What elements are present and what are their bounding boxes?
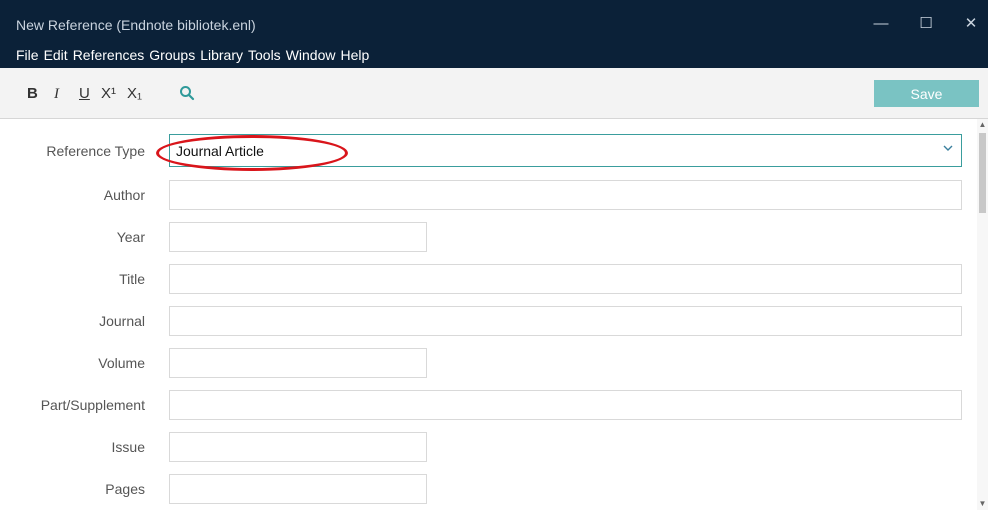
journal-field[interactable] — [169, 306, 962, 336]
author-field[interactable] — [169, 180, 962, 210]
pages-field[interactable] — [169, 474, 427, 504]
search-icon[interactable] — [179, 85, 195, 105]
reference-type-value: Journal Article — [176, 143, 264, 159]
scroll-up-arrow-icon[interactable]: ▲ — [978, 120, 987, 129]
reference-type-label: Reference Type — [46, 143, 145, 159]
title-field[interactable] — [169, 264, 962, 294]
menu-edit[interactable]: Edit — [44, 47, 68, 63]
save-button[interactable]: Save — [874, 80, 979, 107]
year-field[interactable] — [169, 222, 427, 252]
italic-button[interactable]: I — [54, 86, 59, 102]
maximize-button[interactable]: ☐ — [911, 12, 941, 36]
menu-help[interactable]: Help — [340, 47, 369, 63]
title-label: Title — [119, 271, 145, 287]
scroll-down-arrow-icon[interactable]: ▼ — [978, 499, 987, 508]
close-button[interactable]: ✕ — [956, 12, 986, 36]
menu-window[interactable]: Window — [286, 47, 336, 63]
menu-groups[interactable]: Groups — [149, 47, 195, 63]
underline-button[interactable]: U — [79, 86, 90, 102]
reference-type-select[interactable]: Journal Article — [169, 134, 962, 167]
subscript-button[interactable]: X₁ — [127, 86, 142, 102]
part-supplement-field[interactable] — [169, 390, 962, 420]
pages-label: Pages — [105, 481, 145, 497]
minimize-button[interactable]: — — [866, 12, 896, 36]
bold-button[interactable]: B — [27, 86, 38, 102]
menu-bar: File Edit References Groups Library Tool… — [16, 47, 369, 63]
scroll-thumb[interactable] — [979, 133, 986, 213]
menu-tools[interactable]: Tools — [248, 47, 281, 63]
chevron-down-icon — [943, 142, 953, 156]
part-supplement-label: Part/Supplement — [40, 397, 145, 413]
issue-label: Issue — [111, 439, 145, 455]
year-label: Year — [116, 229, 145, 245]
superscript-button[interactable]: X¹ — [101, 86, 116, 102]
window-title: New Reference (Endnote bibliotek.enl) — [16, 17, 256, 33]
menu-references[interactable]: References — [73, 47, 145, 63]
volume-label: Volume — [98, 355, 145, 371]
issue-field[interactable] — [169, 432, 427, 462]
format-toolbar: B I U X¹ X₁ Save — [0, 68, 988, 119]
reference-form: Reference Type Journal Article Author Ye… — [0, 119, 977, 510]
menu-library[interactable]: Library — [200, 47, 243, 63]
volume-field[interactable] — [169, 348, 427, 378]
menu-file[interactable]: File — [16, 47, 39, 63]
author-label: Author — [103, 187, 145, 203]
title-bar: New Reference (Endnote bibliotek.enl) — … — [0, 0, 988, 68]
journal-label: Journal — [99, 313, 145, 329]
vertical-scrollbar[interactable]: ▲ ▼ — [977, 119, 988, 510]
